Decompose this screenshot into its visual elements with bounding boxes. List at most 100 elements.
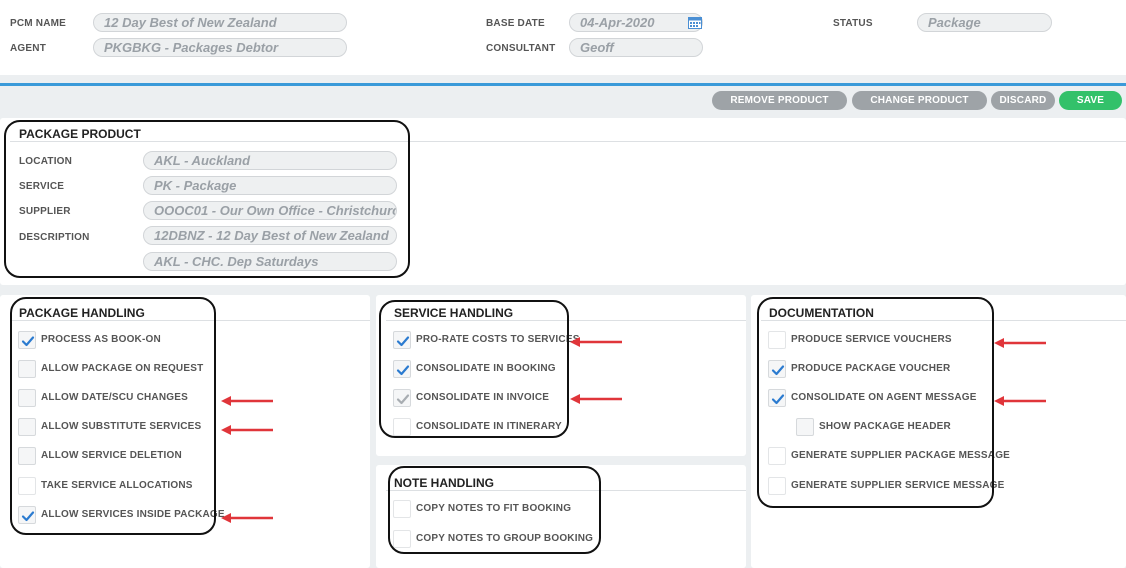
red-arrow-icon xyxy=(570,391,624,404)
checkbox[interactable] xyxy=(18,418,36,436)
documentation-option[interactable]: GENERATE SUPPLIER PACKAGE MESSAGE xyxy=(768,447,1010,467)
checkbox-label: ALLOW PACKAGE ON REQUEST xyxy=(41,363,204,374)
section-divider xyxy=(386,490,746,491)
checkbox[interactable] xyxy=(768,477,786,495)
documentation-option[interactable]: PRODUCE PACKAGE VOUCHER xyxy=(768,360,998,380)
section-divider xyxy=(10,320,370,321)
package-handling-option[interactable]: ALLOW DATE/SCU CHANGES xyxy=(18,389,248,409)
checkbox-label: CONSOLIDATE IN ITINERARY xyxy=(416,421,562,432)
checkbox[interactable] xyxy=(393,500,411,518)
checkbox-label: CONSOLIDATE IN BOOKING xyxy=(416,363,556,374)
package-handling-option[interactable]: ALLOW SERVICES INSIDE PACKAGE xyxy=(18,506,248,526)
save-button[interactable]: SAVE xyxy=(1059,91,1122,110)
checkbox[interactable] xyxy=(18,331,36,349)
checkbox-label: ALLOW SERVICE DELETION xyxy=(41,450,182,461)
documentation-title: DOCUMENTATION xyxy=(769,306,874,320)
red-arrow-icon xyxy=(221,422,275,435)
service-label: SERVICE xyxy=(19,181,65,192)
checkmark-icon xyxy=(21,511,35,522)
checkmark-icon xyxy=(21,336,35,347)
checkbox[interactable] xyxy=(393,389,411,407)
description-field-line-2[interactable]: AKL - CHC. Dep Saturdays xyxy=(143,252,397,271)
change-product-button[interactable]: CHANGE PRODUCT xyxy=(852,91,987,110)
package-product-title: PACKAGE PRODUCT xyxy=(19,127,141,141)
agent-field[interactable]: PKGBKG - Packages Debtor xyxy=(93,38,347,57)
red-arrow-icon xyxy=(994,335,1048,348)
checkbox[interactable] xyxy=(768,360,786,378)
package-handling-option[interactable]: ALLOW SERVICE DELETION xyxy=(18,447,248,467)
package-handling-option[interactable]: ALLOW PACKAGE ON REQUEST xyxy=(18,360,248,380)
checkbox[interactable] xyxy=(393,418,411,436)
package-handling-option[interactable]: TAKE SERVICE ALLOCATIONS xyxy=(18,477,248,497)
checkbox[interactable] xyxy=(768,331,786,349)
consultant-field[interactable]: Geoff xyxy=(569,38,703,57)
note-handling-title: NOTE HANDLING xyxy=(394,476,494,490)
checkbox-label: CONSOLIDATE ON AGENT MESSAGE xyxy=(791,392,977,403)
checkbox[interactable] xyxy=(768,389,786,407)
discard-button[interactable]: DISCARD xyxy=(991,91,1055,110)
pcm-name-field[interactable]: 12 Day Best of New Zealand xyxy=(93,13,347,32)
checkbox[interactable] xyxy=(393,360,411,378)
section-divider xyxy=(761,320,1126,321)
checkbox[interactable] xyxy=(18,389,36,407)
checkbox[interactable] xyxy=(393,530,411,548)
calendar-icon[interactable] xyxy=(688,16,702,29)
checkbox[interactable] xyxy=(18,360,36,378)
service-handling-option[interactable]: CONSOLIDATE IN ITINERARY xyxy=(393,418,623,438)
checkbox[interactable] xyxy=(796,418,814,436)
documentation-option[interactable]: SHOW PACKAGE HEADER xyxy=(796,418,1026,438)
checkbox-label: ALLOW SUBSTITUTE SERVICES xyxy=(41,421,202,432)
checkbox[interactable] xyxy=(18,506,36,524)
red-arrow-icon xyxy=(994,393,1048,406)
checkbox[interactable] xyxy=(18,447,36,465)
checkbox-label: SHOW PACKAGE HEADER xyxy=(819,421,951,432)
service-handling-option[interactable]: CONSOLIDATE IN BOOKING xyxy=(393,360,623,380)
checkbox-label: ALLOW DATE/SCU CHANGES xyxy=(41,392,188,403)
package-handling-option[interactable]: ALLOW SUBSTITUTE SERVICES xyxy=(18,418,248,438)
agent-label: AGENT xyxy=(10,43,46,54)
service-field[interactable]: PK - Package xyxy=(143,176,397,195)
section-divider xyxy=(386,320,746,321)
header-panel: PCM NAME 12 Day Best of New Zealand AGEN… xyxy=(0,0,1126,75)
package-handling-option[interactable]: PROCESS AS BOOK-ON xyxy=(18,331,248,351)
checkbox-label: ALLOW SERVICES INSIDE PACKAGE xyxy=(41,509,225,520)
description-field[interactable]: 12DBNZ - 12 Day Best of New Zealand xyxy=(143,226,397,245)
base-date-field[interactable]: 04-Apr-2020 xyxy=(569,13,703,32)
checkbox-label: TAKE SERVICE ALLOCATIONS xyxy=(41,480,193,491)
status-label: STATUS xyxy=(833,18,873,29)
checkmark-icon xyxy=(771,365,785,376)
documentation-option[interactable]: CONSOLIDATE ON AGENT MESSAGE xyxy=(768,389,998,409)
documentation-option[interactable]: PRODUCE SERVICE VOUCHERS xyxy=(768,331,998,351)
checkbox[interactable] xyxy=(393,331,411,349)
checkbox-label: PRODUCE SERVICE VOUCHERS xyxy=(791,334,952,345)
checkbox-label: COPY NOTES TO GROUP BOOKING xyxy=(416,533,594,544)
accent-line xyxy=(0,83,1126,86)
checkbox-label: GENERATE SUPPLIER SERVICE MESSAGE xyxy=(791,480,1005,491)
service-handling-title: SERVICE HANDLING xyxy=(394,306,514,320)
checkbox-label: PROCESS AS BOOK-ON xyxy=(41,334,161,345)
checkbox-label: GENERATE SUPPLIER PACKAGE MESSAGE xyxy=(791,450,1011,461)
remove-product-button[interactable]: REMOVE PRODUCT xyxy=(712,91,847,110)
checkbox[interactable] xyxy=(768,447,786,465)
supplier-field[interactable]: OOOC01 - Our Own Office - Christchurch xyxy=(143,201,397,220)
checkbox[interactable] xyxy=(18,477,36,495)
section-divider xyxy=(10,141,1126,142)
note-handling-option[interactable]: COPY NOTES TO GROUP BOOKING xyxy=(393,530,623,550)
status-field[interactable]: Package xyxy=(917,13,1052,32)
supplier-label: SUPPLIER xyxy=(19,206,71,217)
pcm-name-label: PCM NAME xyxy=(10,18,67,29)
checkbox-label: PRO-RATE COSTS TO SERVICES xyxy=(416,334,580,345)
red-arrow-icon xyxy=(221,510,275,523)
consultant-label: CONSULTANT xyxy=(486,43,556,54)
description-label: DESCRIPTION xyxy=(19,232,90,243)
red-arrow-icon xyxy=(221,393,275,406)
note-handling-option[interactable]: COPY NOTES TO FIT BOOKING xyxy=(393,500,623,520)
checkmark-icon xyxy=(396,394,410,405)
documentation-option[interactable]: GENERATE SUPPLIER SERVICE MESSAGE xyxy=(768,477,1004,497)
checkbox-label: PRODUCE PACKAGE VOUCHER xyxy=(791,363,951,374)
checkmark-icon xyxy=(396,365,410,376)
checkmark-icon xyxy=(396,336,410,347)
location-field[interactable]: AKL - Auckland xyxy=(143,151,397,170)
checkbox-label: COPY NOTES TO FIT BOOKING xyxy=(416,503,572,514)
checkbox-label: CONSOLIDATE IN INVOICE xyxy=(416,392,550,403)
